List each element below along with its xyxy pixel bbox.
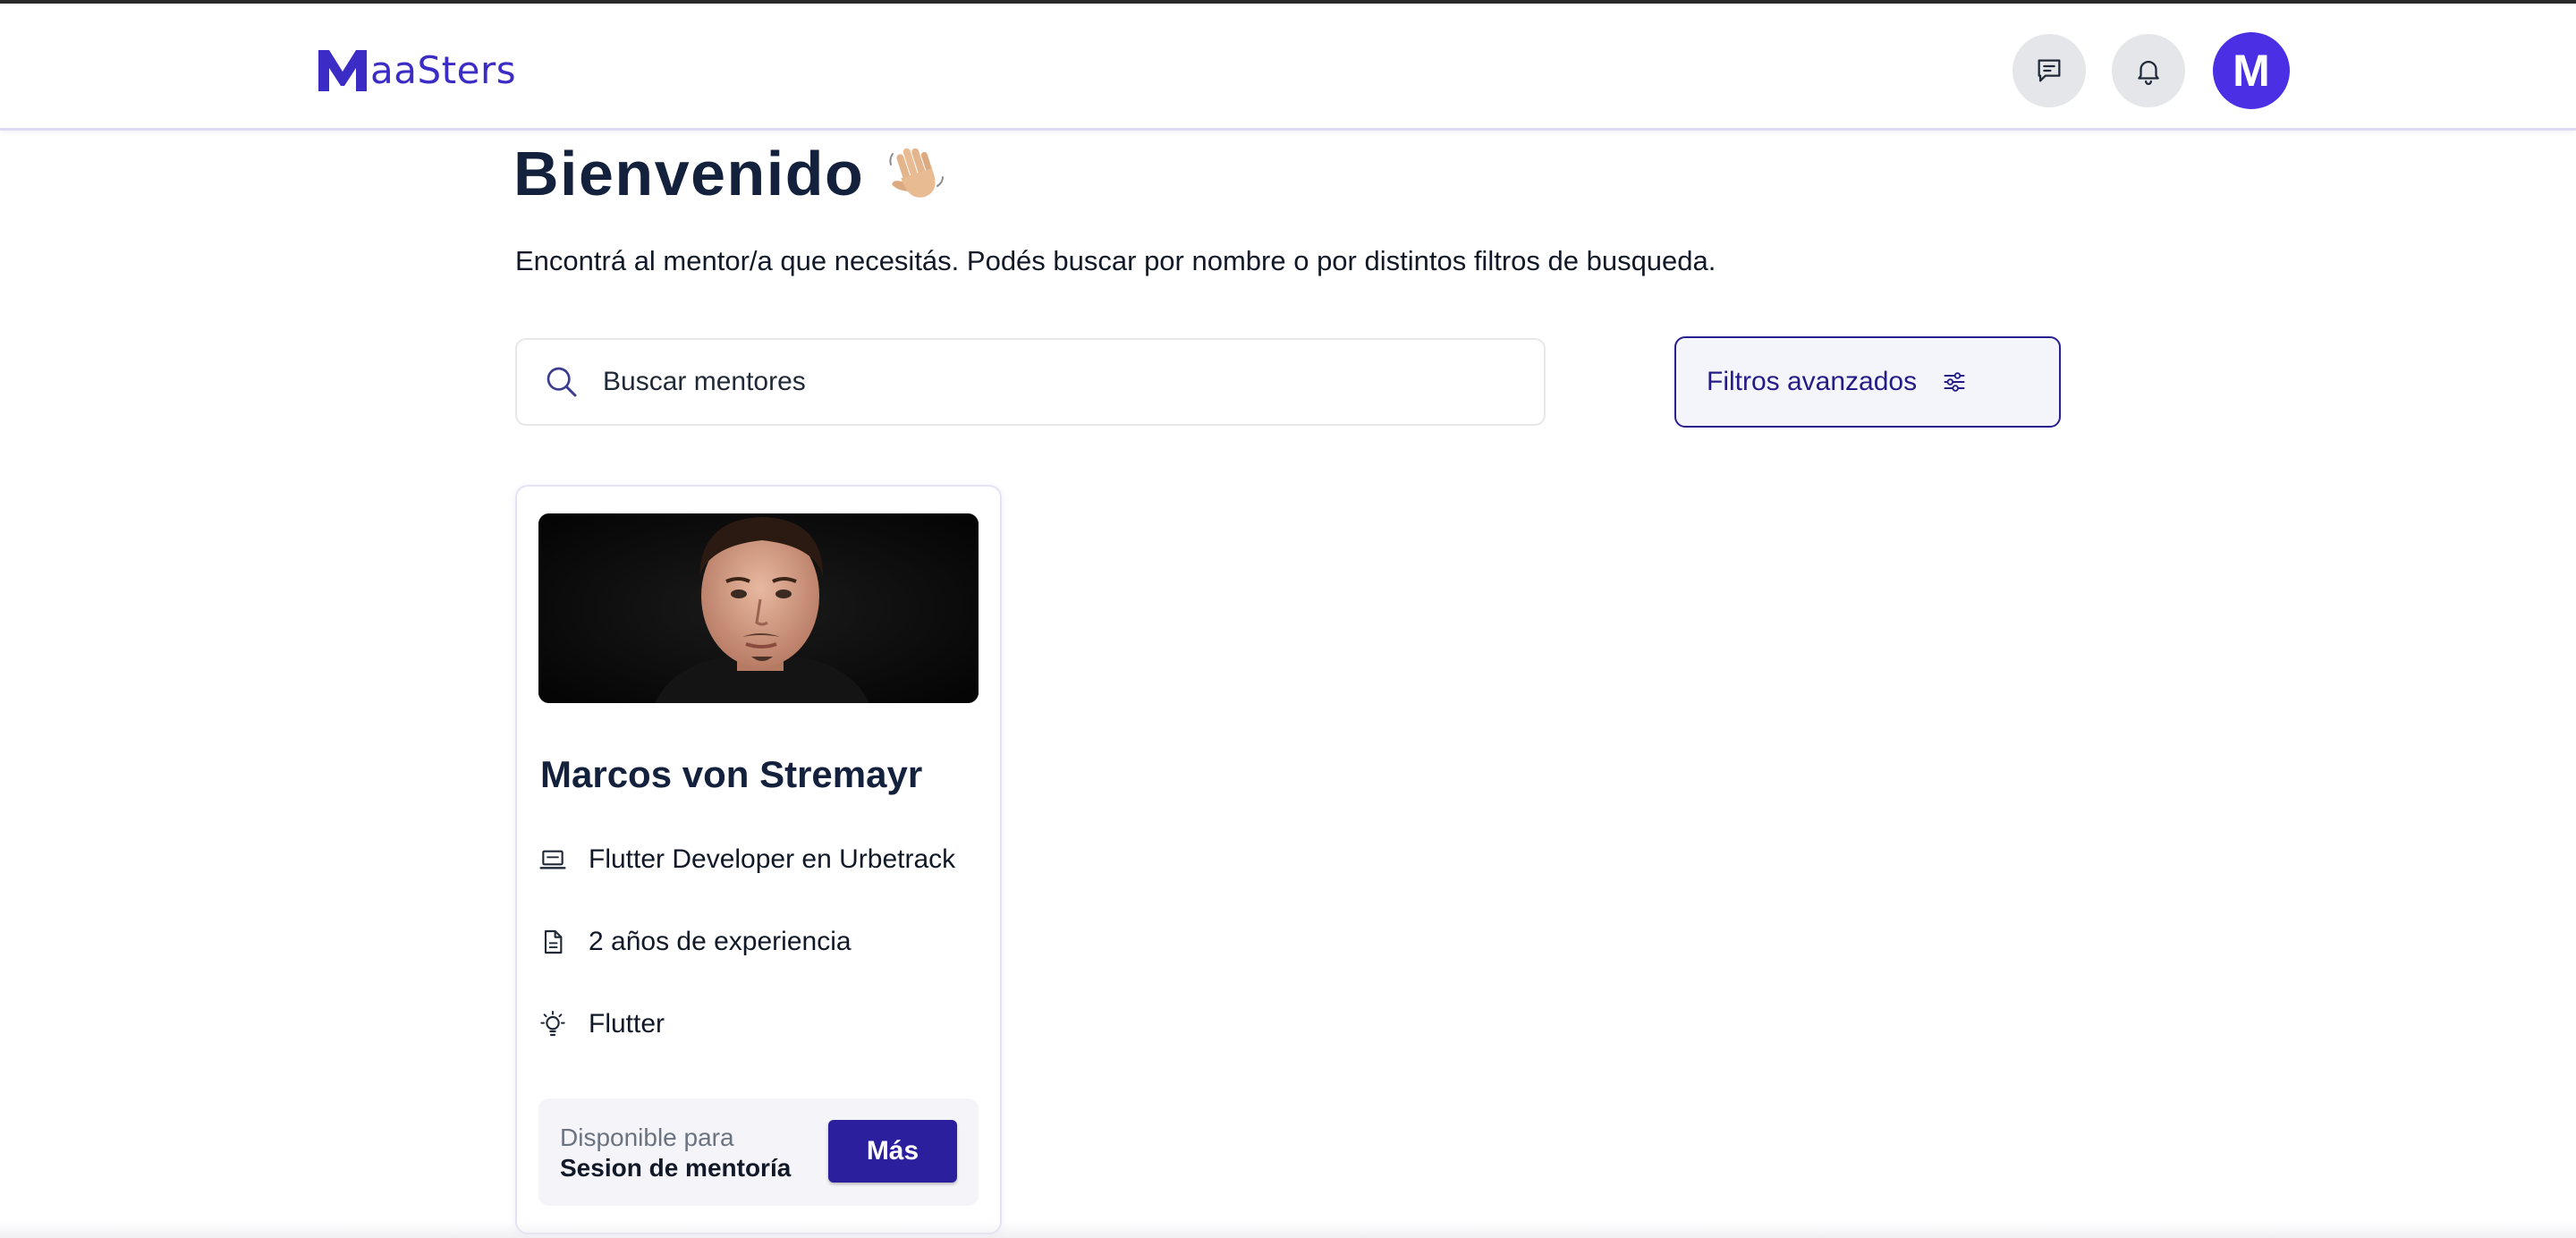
mentor-skill-row: Flutter [538,1009,665,1039]
advanced-filters-button[interactable]: Filtros avanzados [1674,336,2061,428]
mentor-skill: Flutter [589,1009,665,1039]
waving-hand-icon [889,148,945,198]
top-navbar: aaSters M [0,4,2576,131]
bottom-edge-shadow [0,1222,2576,1238]
logo-text: aaSters [370,48,517,92]
mentor-portrait-image [538,513,979,703]
user-avatar[interactable]: M [2213,32,2290,109]
maasters-logo[interactable]: aaSters [317,43,516,93]
mentor-name[interactable]: Marcos von Stremayr [540,753,922,796]
mentor-photo [538,513,979,703]
search-bar[interactable] [515,338,1546,426]
mentor-experience: 2 años de experiencia [589,927,852,956]
mentor-role: Flutter Developer en Urbetrack [589,844,956,874]
page-subtitle: Encontrá al mentor/a que necesitás. Podé… [515,245,1716,276]
availability-panel: Disponible para Sesion de mentoría Más [538,1098,979,1206]
notifications-button[interactable] [2112,34,2185,107]
mentor-card[interactable]: Marcos von Stremayr Flutter Developer en… [515,485,1002,1234]
search-icon [547,367,577,397]
logo-m-mark [318,50,367,91]
welcome-heading: Bienvenido [513,138,948,209]
sliders-icon [1944,372,1965,392]
advanced-filters-label: Filtros avanzados [1707,367,1918,396]
bell-icon [2138,61,2159,85]
page-title: Bienvenido [513,139,865,208]
availability-label: Disponible para [560,1124,734,1151]
mentor-experience-row: 2 años de experiencia [538,927,852,957]
laptop-icon [539,850,566,869]
messages-button[interactable] [2012,34,2086,107]
availability-value: Sesion de mentoría [560,1154,792,1182]
mentor-role-row: Flutter Developer en Urbetrack [538,844,955,875]
more-button[interactable]: Más [828,1120,957,1183]
chat-icon [2038,59,2061,82]
search-input[interactable] [603,367,1497,397]
document-icon [544,929,563,954]
lightbulb-icon [540,1011,565,1037]
